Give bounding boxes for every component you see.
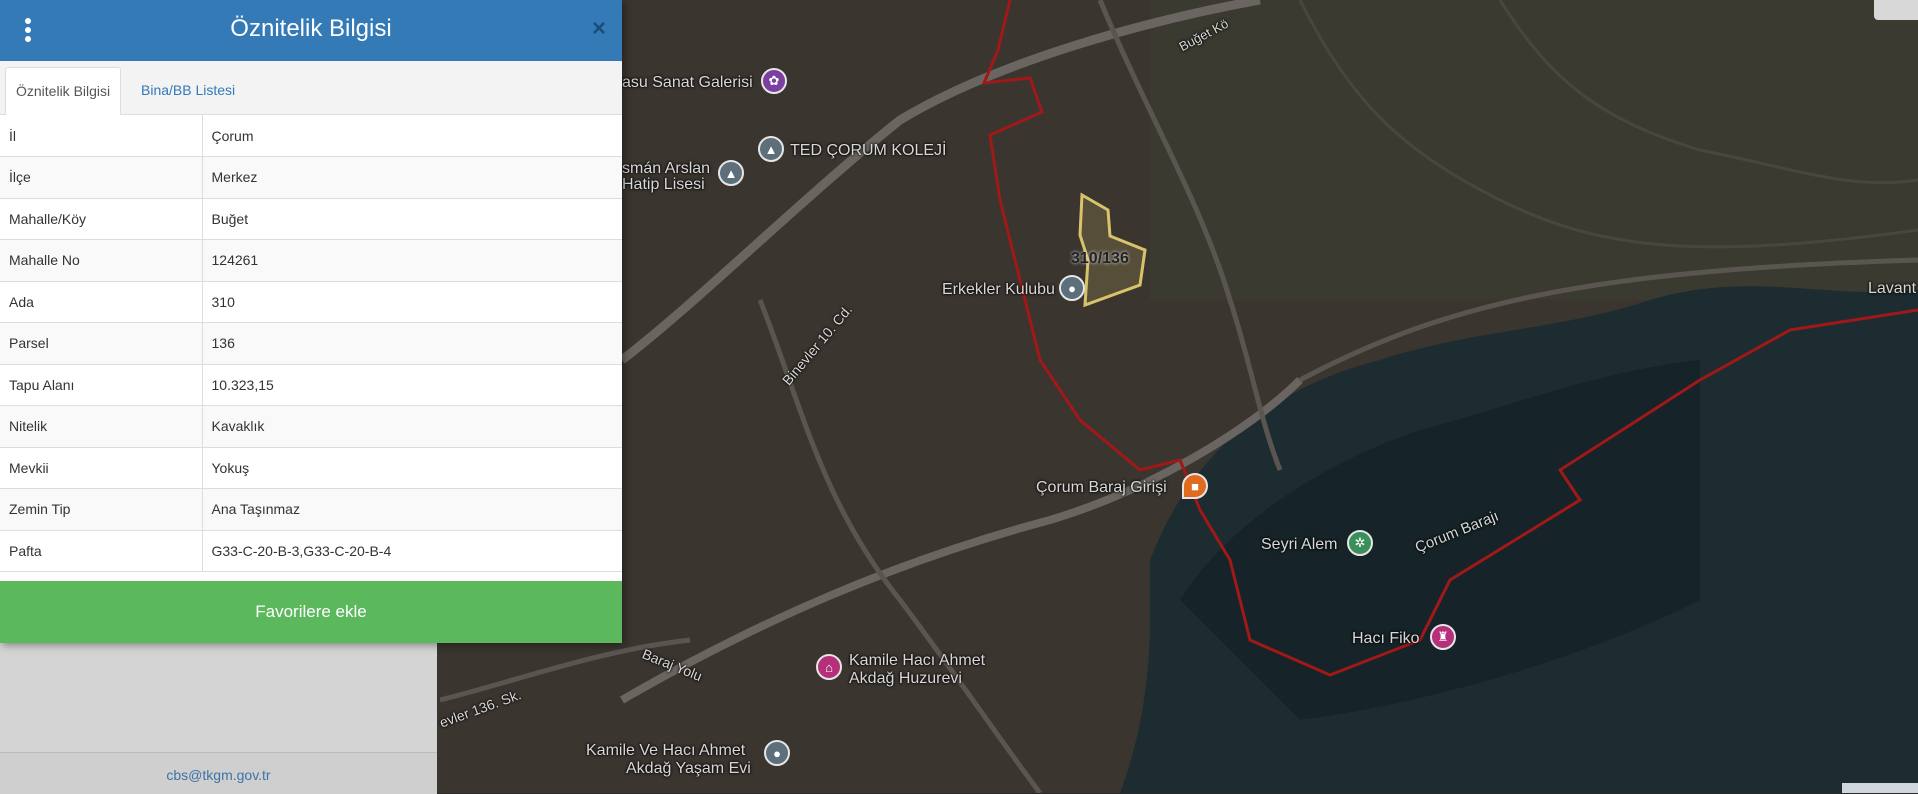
attribute-panel: Öznitelik Bilgisi × Öznitelik Bilgisi Bi…	[0, 0, 622, 643]
attr-value: Yokuş	[202, 447, 622, 489]
attr-value: 10.323,15	[202, 364, 622, 406]
table-row: İl Çorum	[0, 115, 622, 157]
table-row: Tapu Alanı 10.323,15	[0, 364, 622, 406]
attribute-table: İl Çorum İlçe Merkez Mahalle/Köy Buğet Maha…	[0, 115, 622, 572]
map-label-lise2: Hatip Lisesi	[622, 176, 705, 193]
table-row: Parsel 136	[0, 322, 622, 365]
care-home-poi-icon[interactable]: ●	[764, 740, 790, 766]
attr-value: Ana Taşınmaz	[202, 488, 622, 531]
attr-value: 124261	[202, 239, 622, 282]
attr-value: Kavaklık	[202, 405, 622, 448]
attr-value: Merkez	[202, 156, 622, 199]
attr-value: 136	[202, 322, 622, 365]
attr-value: G33-C-20-B-3,G33-C-20-B-4	[202, 530, 622, 572]
map-label-kamile2: Akdağ Huzurevi	[849, 670, 962, 687]
map-label-kamile4: Akdağ Yaşam Evi	[626, 760, 751, 777]
map-label-kolej: TED ÇORUM KOLEJİ	[790, 142, 947, 159]
panel-header: Öznitelik Bilgisi ×	[0, 0, 622, 61]
map-label-lavant: Lavant	[1868, 280, 1917, 297]
attr-key: Mahalle No	[0, 239, 203, 282]
table-row: Mahalle No 124261	[0, 239, 622, 282]
map-label-baraj-girisi: Çorum Baraj Girişi	[1036, 479, 1167, 496]
attr-key: Tapu Alanı	[0, 364, 203, 406]
attr-key: Parsel	[0, 322, 203, 365]
map-label-kamile3: Kamile Ve Hacı Ahmet	[586, 742, 746, 759]
table-row: Mahalle/Köy Buğet	[0, 198, 622, 240]
attr-key: Mahalle/Köy	[0, 198, 203, 240]
attr-key: Nitelik	[0, 405, 203, 448]
tab-building-list[interactable]: Bina/BB Listesi	[131, 67, 245, 114]
attr-value: 310	[202, 281, 622, 323]
map-label-seyri: Seyri Alem	[1261, 536, 1338, 553]
table-row: Mevkii Yokuş	[0, 447, 622, 489]
attr-key: Pafta	[0, 530, 203, 572]
table-row: Pafta G33-C-20-B-3,G33-C-20-B-4	[0, 530, 622, 572]
parcel-label: 310/136	[1071, 250, 1129, 267]
gallery-poi-icon[interactable]: ✿	[761, 68, 787, 94]
park-poi-icon[interactable]: ✲	[1347, 530, 1373, 556]
attr-value: Çorum	[202, 115, 622, 157]
add-favorite-button[interactable]: Favorilere ekle	[0, 581, 622, 643]
table-row: Ada 310	[0, 281, 622, 323]
school-poi-icon[interactable]: ▲	[758, 136, 784, 162]
sidebar-footer: cbs@tkgm.gov.tr	[0, 752, 437, 794]
table-row: İlçe Merkez	[0, 156, 622, 199]
map-settings-button[interactable]	[1874, 0, 1918, 20]
attr-key: İl	[0, 115, 203, 157]
attr-key: Ada	[0, 281, 203, 323]
map-label-sanat: asu Sanat Galerisi	[622, 74, 753, 91]
attr-key: Mevkii	[0, 447, 203, 489]
map-label-erkekler: Erkekler Kulubu	[942, 281, 1055, 298]
nursing-home-poi-icon[interactable]: ⌂	[816, 654, 842, 680]
map-label-kamile1: Kamile Hacı Ahmet	[849, 652, 986, 669]
school-poi-icon[interactable]: ▲	[718, 160, 744, 186]
contact-email-link[interactable]: cbs@tkgm.gov.tr	[0, 767, 437, 783]
tower-poi-icon[interactable]: ♜	[1430, 624, 1456, 650]
attr-value: Buğet	[202, 198, 622, 240]
map-label-haci-fiko: Hacı Fiko	[1352, 630, 1420, 647]
table-row: Zemin Tip Ana Taşınmaz	[0, 488, 622, 531]
panel-tabs: Öznitelik Bilgisi Bina/BB Listesi	[0, 61, 622, 115]
attr-key: Zemin Tip	[0, 488, 203, 531]
map-attribution	[1842, 783, 1918, 793]
club-poi-icon[interactable]: ●	[1059, 275, 1085, 301]
attr-key: İlçe	[0, 156, 203, 199]
dam-entrance-poi-icon[interactable]: ■	[1182, 473, 1208, 499]
tab-attribute-info[interactable]: Öznitelik Bilgisi	[5, 67, 122, 115]
panel-title: Öznitelik Bilgisi	[230, 15, 392, 42]
table-row: Nitelik Kavaklık	[0, 405, 622, 448]
close-icon[interactable]: ×	[592, 15, 606, 43]
